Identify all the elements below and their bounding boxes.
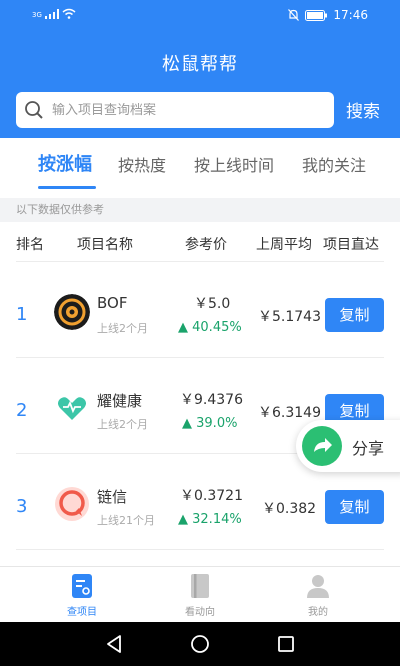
table-row: 1 BOF 上线2个月 ￥5.0 ▲ 40.45% ￥5.1743 复制 (0, 262, 400, 358)
table-header: 排名 项目名称 参考价 上周平均 项目直达 (0, 222, 400, 262)
up-arrow-icon: ▲ (178, 512, 188, 527)
price-change: ▲ 40.45% (178, 320, 242, 335)
change-value: 32.14% (192, 512, 242, 527)
online-duration: 上线2个月 (97, 418, 148, 431)
change-value: 39.0% (196, 416, 238, 431)
tab-my-follows[interactable]: 我的关注 (302, 152, 366, 176)
chat-logo-icon (55, 487, 89, 521)
online-duration: 上线21个月 (97, 514, 155, 527)
share-arrow-icon (302, 426, 342, 466)
sort-tabs: 按涨幅 按热度 按上线时间 我的关注 (0, 138, 400, 198)
document-icon (72, 574, 92, 598)
search-icon (25, 101, 43, 119)
nav-item-profile[interactable]: 我的 (278, 573, 358, 618)
system-status: 17:46 (288, 8, 368, 22)
up-arrow-icon: ▲ (178, 320, 188, 335)
home-icon[interactable] (190, 634, 210, 654)
disclaimer-notice: 以下数据仅供参考 (0, 198, 400, 222)
nav-label: 我的 (308, 607, 328, 618)
mute-bell-icon (288, 9, 300, 21)
heart-logo-icon (58, 397, 86, 420)
change-value: 40.45% (192, 320, 242, 335)
bottom-navigation: 查项目 看动向 我的 (0, 566, 400, 622)
search-field[interactable] (16, 92, 334, 128)
bof-logo-icon (54, 294, 90, 330)
weekly-average: ￥6.3149 (258, 405, 321, 421)
price-change: ▲ 32.14% (178, 512, 242, 527)
reference-price: ￥9.4376 (180, 392, 243, 408)
search-input[interactable] (52, 102, 312, 118)
system-navigation-bar (0, 622, 400, 666)
column-rank: 排名 (16, 237, 44, 253)
online-duration: 上线2个月 (97, 322, 148, 335)
signal-icon (44, 9, 59, 19)
column-weekly-avg: 上周平均 (256, 237, 312, 253)
column-direct-link: 项目直达 (323, 237, 379, 253)
copy-button[interactable]: 复制 (325, 490, 384, 524)
rank-number: 3 (16, 496, 28, 517)
nav-label: 查项目 (67, 607, 97, 618)
divider (16, 549, 384, 550)
price-change: ▲ 39.0% (182, 416, 237, 431)
user-icon (307, 575, 329, 598)
active-tab-indicator (38, 186, 96, 189)
network-status: 3G (32, 8, 76, 19)
project-name[interactable]: BOF (97, 294, 127, 312)
recents-icon[interactable] (276, 634, 296, 654)
column-name: 项目名称 (77, 237, 133, 253)
app-header: 3G 17:46 松鼠帮帮 输入项目查询档案 搜索 (0, 0, 400, 138)
nav-item-projects[interactable]: 查项目 (42, 573, 122, 618)
weekly-average: ￥5.1743 (258, 309, 321, 325)
weekly-average: ￥0.382 (262, 501, 317, 517)
page-title: 松鼠帮帮 (162, 54, 238, 75)
project-name[interactable]: 链信 (97, 486, 127, 507)
tab-by-launch-time[interactable]: 按上线时间 (194, 152, 274, 176)
battery-icon (305, 9, 328, 21)
search-button[interactable]: 搜索 (346, 97, 380, 122)
tab-by-popularity[interactable]: 按热度 (118, 152, 166, 176)
network-label: 3G (32, 11, 42, 19)
column-price: 参考价 (185, 237, 227, 253)
up-arrow-icon: ▲ (182, 416, 192, 431)
rank-number: 1 (16, 304, 28, 325)
nav-item-trends[interactable]: 看动向 (160, 573, 240, 618)
reference-price: ￥5.0 (194, 296, 231, 312)
share-label: 分享 (352, 439, 385, 458)
wifi-icon (62, 8, 76, 19)
copy-button[interactable]: 复制 (325, 298, 384, 332)
clock: 17:46 (333, 8, 368, 22)
back-icon[interactable] (104, 634, 124, 654)
nav-label: 看动向 (185, 607, 215, 618)
reference-price: ￥0.3721 (180, 488, 243, 504)
project-name[interactable]: 耀健康 (97, 390, 142, 411)
tab-by-gain[interactable]: 按涨幅 (38, 150, 92, 176)
share-button[interactable]: 分享 (296, 420, 400, 472)
status-bar: 3G 17:46 (0, 0, 400, 30)
rank-number: 2 (16, 400, 28, 421)
book-icon (191, 574, 209, 598)
